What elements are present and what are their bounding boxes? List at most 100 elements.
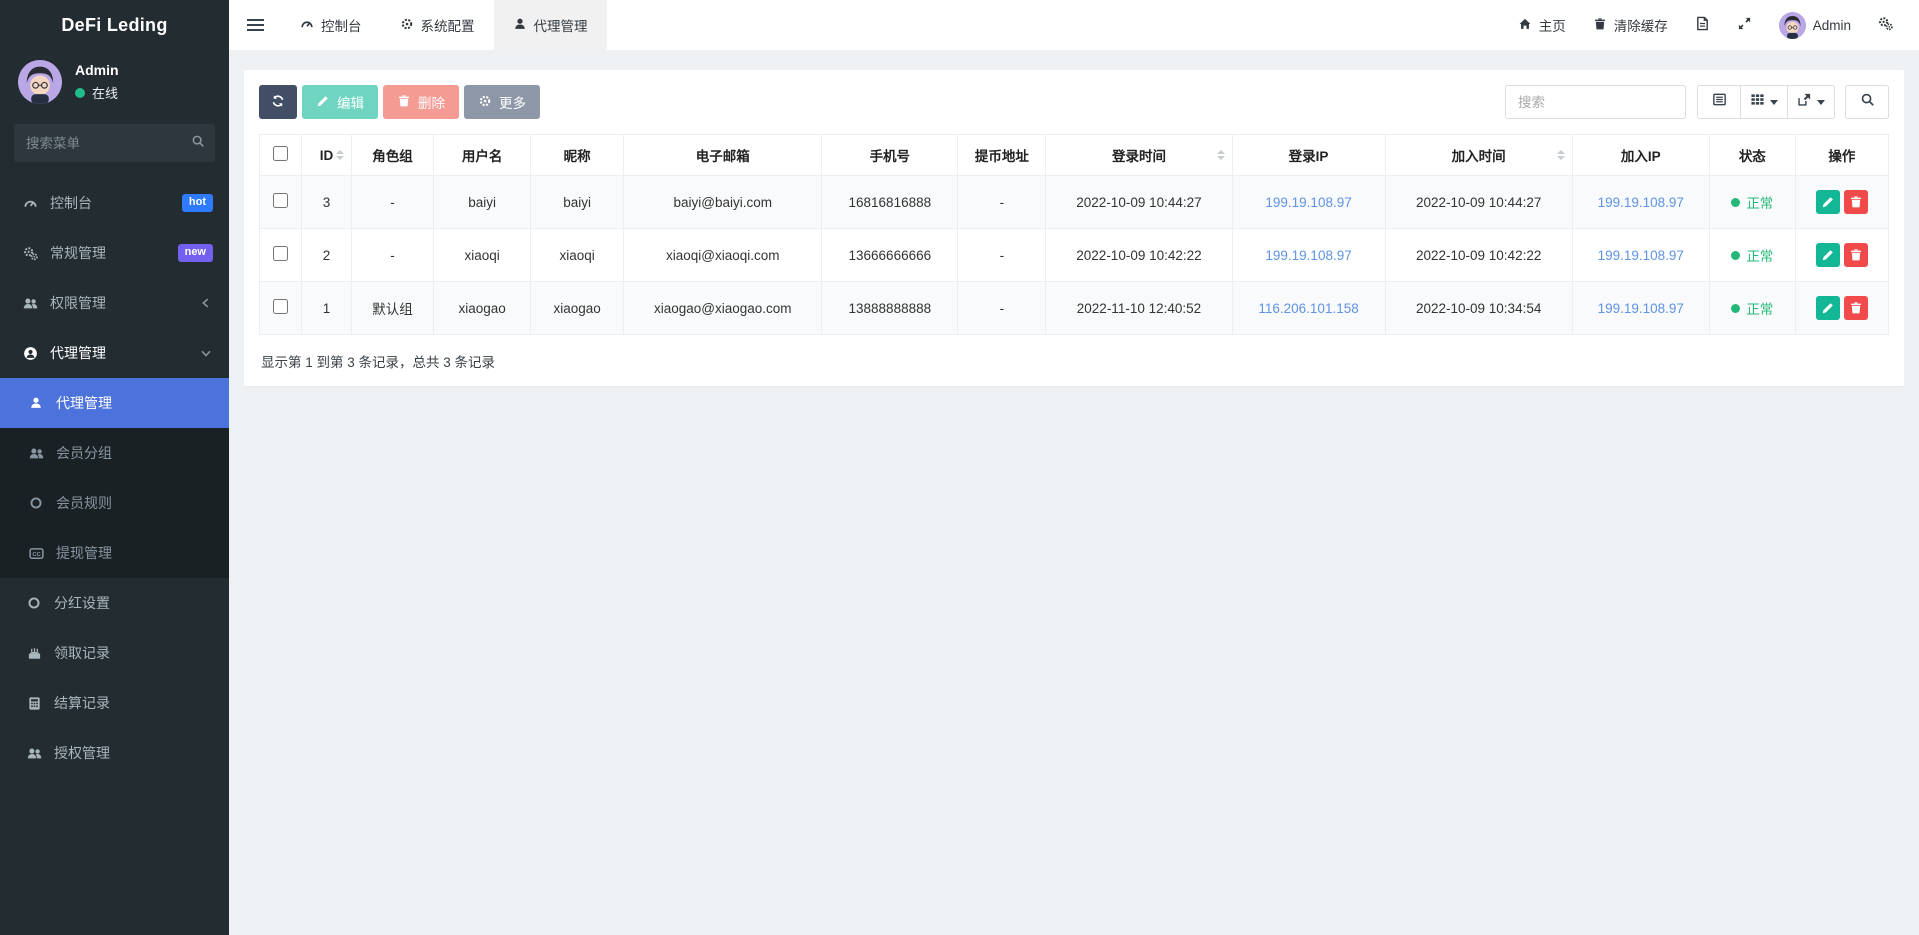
table-row: 2-xiaoqixiaoqixiaoqi@xiaoqi.com136666666… (260, 229, 1889, 282)
column-label: 加入时间 (1452, 149, 1506, 164)
cell-nickname: xiaogao (531, 282, 624, 335)
sidebar-item-authorize[interactable]: 授权管理 (0, 728, 229, 778)
export-dropdown-button[interactable] (1787, 85, 1835, 119)
trash-icon (397, 94, 411, 111)
delete-button-label: 删除 (418, 92, 445, 112)
sidebar-item-receive[interactable]: 领取记录 (0, 628, 229, 678)
cell-join-ip[interactable]: 199.19.108.97 (1572, 176, 1709, 229)
language-button[interactable] (1695, 16, 1710, 34)
column-header[interactable]: ID (302, 135, 352, 176)
sort-carets-icon (1217, 150, 1225, 160)
calculator-icon (24, 695, 44, 711)
column-header: 状态 (1709, 135, 1795, 176)
cell-login-ip[interactable]: 116.206.101.158 (1232, 282, 1385, 335)
cell-withdraw-address: - (958, 282, 1046, 335)
cell-email: xiaoqi@xiaoqi.com (624, 229, 822, 282)
sidebar-item-general[interactable]: 常规管理 new (0, 228, 229, 278)
menu-search-input[interactable] (14, 124, 215, 162)
detail-view-button[interactable] (1697, 85, 1741, 119)
tab-console[interactable]: 控制台 (281, 0, 381, 50)
settings-button[interactable] (1878, 16, 1893, 34)
select-all-checkbox[interactable] (273, 146, 288, 161)
sidebar-item-member-group[interactable]: 会员分组 (0, 428, 229, 478)
column-label: 状态 (1739, 149, 1766, 164)
search-toggle-button[interactable] (1845, 85, 1889, 119)
status-dot-icon (1731, 251, 1740, 260)
sidebar-item-label: 会员规则 (56, 493, 112, 513)
fullscreen-button[interactable] (1737, 16, 1752, 34)
home-link[interactable]: 主页 (1518, 15, 1566, 35)
gear-icon (478, 94, 492, 111)
gear-icon (400, 17, 414, 34)
delete-button[interactable]: 删除 (383, 85, 459, 119)
row-delete-button[interactable] (1844, 243, 1868, 267)
cell-login-time: 2022-10-09 10:42:22 (1046, 229, 1232, 282)
cell-id: 3 (302, 176, 352, 229)
cell-login-ip[interactable]: 199.19.108.97 (1232, 176, 1385, 229)
user-menu[interactable]: Admin (1779, 12, 1851, 39)
sidebar-item-agent[interactable]: 代理管理 (0, 328, 229, 378)
row-checkbox[interactable] (273, 193, 288, 208)
sidebar-item-agent-manage[interactable]: 代理管理 (0, 378, 229, 428)
topbar: 控制台 系统配置 代理管理 主页 清除缓存 Admin (229, 0, 1919, 50)
sidebar-item-dividend[interactable]: 分红设置 (0, 578, 229, 628)
menu-toggle-button[interactable] (229, 0, 281, 50)
status-dot-icon (1731, 304, 1740, 313)
circle-outline-icon (26, 495, 46, 511)
tab-system-config[interactable]: 系统配置 (381, 0, 494, 50)
cell-join-ip[interactable]: 199.19.108.97 (1572, 229, 1709, 282)
trash-icon (1849, 195, 1863, 209)
cell-status: 正常 (1709, 282, 1795, 335)
refresh-icon (271, 94, 285, 111)
table-row: 3-baiyibaiyibaiyi@baiyi.com16816816888-2… (260, 176, 1889, 229)
row-checkbox[interactable] (273, 246, 288, 261)
cell-actions (1795, 229, 1888, 282)
more-button-label: 更多 (499, 92, 526, 112)
sidebar-item-withdraw[interactable]: CC 提现管理 (0, 528, 229, 578)
row-edit-button[interactable] (1816, 190, 1840, 214)
row-checkbox[interactable] (273, 299, 288, 314)
column-label: 登录IP (1289, 149, 1329, 164)
sort-carets-icon (1557, 150, 1565, 160)
tab-label: 控制台 (321, 15, 362, 35)
row-edit-button[interactable] (1816, 243, 1840, 267)
cell-login-ip[interactable]: 199.19.108.97 (1232, 229, 1385, 282)
cell-join-time: 2022-10-09 10:34:54 (1385, 282, 1572, 335)
column-header[interactable]: 登录时间 (1046, 135, 1232, 176)
home-icon (1518, 17, 1532, 34)
dashboard-icon (300, 17, 314, 34)
column-header[interactable]: 加入时间 (1385, 135, 1572, 176)
table-search-input[interactable] (1505, 85, 1686, 119)
export-icon (1797, 92, 1812, 112)
users-icon (26, 445, 46, 461)
cell-phone: 16816816888 (822, 176, 958, 229)
sidebar-item-label: 权限管理 (50, 293, 106, 313)
sidebar-item-settle[interactable]: 结算记录 (0, 678, 229, 728)
cell-join-time: 2022-10-09 10:42:22 (1385, 229, 1572, 282)
tab-agent-manage[interactable]: 代理管理 (494, 0, 607, 50)
view-buttons (1697, 85, 1835, 119)
edit-button[interactable]: 编辑 (302, 85, 378, 119)
cell-phone: 13666666666 (822, 229, 958, 282)
brand-title: DeFi Leding (0, 0, 229, 50)
row-edit-button[interactable] (1816, 296, 1840, 320)
columns-dropdown-button[interactable] (1740, 85, 1788, 119)
search-icon (1860, 92, 1875, 112)
clear-cache-button[interactable]: 清除缓存 (1593, 15, 1668, 35)
cell-join-ip[interactable]: 199.19.108.97 (1572, 282, 1709, 335)
sidebar-item-auth[interactable]: 权限管理 (0, 278, 229, 328)
avatar (1779, 12, 1806, 39)
refresh-button[interactable] (259, 85, 297, 119)
tab-label: 代理管理 (534, 15, 588, 35)
sort-carets-icon (336, 150, 344, 160)
sidebar-item-console[interactable]: 控制台 hot (0, 178, 229, 228)
row-checkbox-cell (260, 229, 302, 282)
row-delete-button[interactable] (1844, 296, 1868, 320)
row-delete-button[interactable] (1844, 190, 1868, 214)
users-icon (24, 745, 44, 761)
more-button[interactable]: 更多 (464, 85, 540, 119)
sidebar-item-member-rule[interactable]: 会员规则 (0, 478, 229, 528)
status-label: 正常 (1746, 298, 1773, 318)
sidebar-item-label: 控制台 (50, 193, 92, 213)
status-badge: 正常 (1731, 192, 1773, 212)
